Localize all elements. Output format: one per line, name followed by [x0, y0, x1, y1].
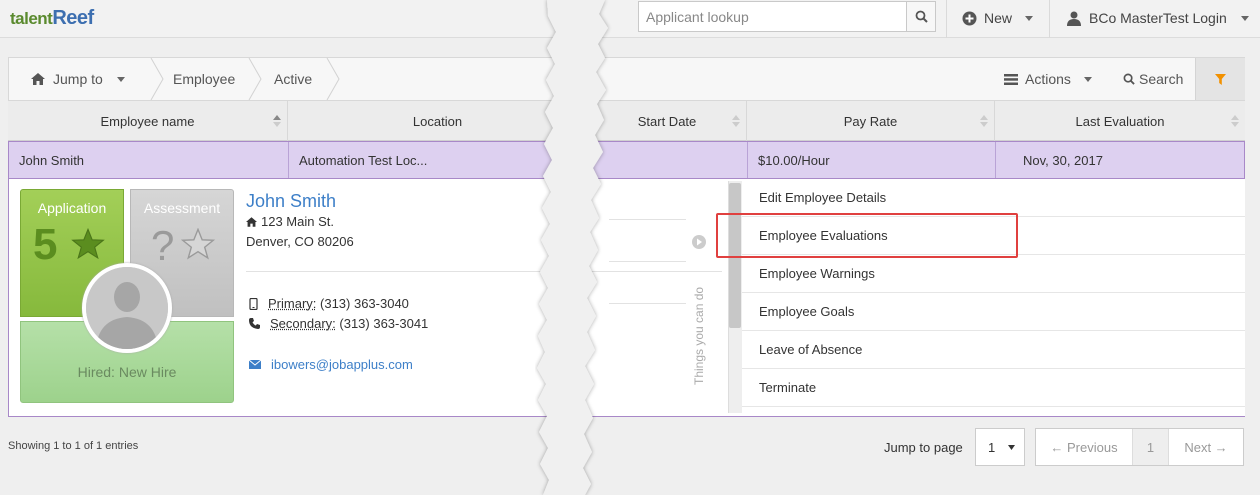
caret-down-icon [1025, 15, 1034, 21]
primary-phone: Primary: (313) 363-3040 [249, 296, 409, 311]
breadcrumb-chevron [150, 58, 164, 100]
menu-item-terminate[interactable]: Terminate [742, 369, 1245, 407]
divider [609, 219, 686, 220]
things-you-can-do-label: Things you can do [692, 287, 706, 385]
menu-item-employee-goals[interactable]: Employee Goals [742, 293, 1245, 331]
sort-icon [1231, 115, 1239, 127]
caret-down-icon [116, 76, 125, 82]
caret-down-icon [1240, 15, 1249, 21]
address-line-1: 123 Main St. [246, 214, 334, 229]
mobile-phone-icon [249, 297, 258, 310]
search-button[interactable]: Search [1123, 58, 1183, 100]
search-icon [1123, 73, 1135, 85]
sort-icon [732, 115, 740, 127]
breadcrumb-chevron [248, 58, 262, 100]
divider [1049, 0, 1050, 38]
actions-button[interactable]: Actions [1004, 58, 1092, 100]
person-placeholder-icon [86, 267, 168, 349]
pagination: ← Previous 1 Next → [1035, 428, 1244, 466]
list-icon [1004, 73, 1018, 85]
entries-info: Showing 1 to 1 of 1 entries [8, 440, 139, 452]
svg-text:Things you can do: Things you can do [692, 287, 706, 385]
home-icon [31, 73, 45, 85]
toolbar: Jump to Employee Active Actions Search [8, 57, 1245, 101]
table-header: Employee name Location Start Date Pay Ra… [8, 101, 1245, 141]
applicant-lookup [638, 1, 936, 32]
secondary-phone: Secondary: (313) 363-3041 [249, 316, 428, 331]
breadcrumb-employee[interactable]: Employee [173, 58, 235, 100]
divider [946, 0, 947, 38]
cell-pay-rate: $10.00/Hour [748, 142, 996, 178]
caret-down-icon [1008, 444, 1016, 450]
employee-name-link[interactable]: John Smith [246, 191, 336, 212]
address-line-2: Denver, CO 80206 [246, 234, 354, 249]
sort-asc-icon [273, 115, 281, 127]
sort-icon [980, 115, 988, 127]
star-icon [71, 228, 105, 260]
jump-to-page-label: Jump to page [884, 440, 963, 455]
filter-button[interactable] [1195, 58, 1245, 100]
previous-page-button[interactable]: ← Previous [1036, 429, 1133, 465]
divider [609, 303, 686, 304]
phone-icon [249, 318, 260, 329]
column-pay-rate[interactable]: Pay Rate [747, 101, 995, 141]
torn-paper-edge [537, 0, 608, 495]
menu-item-leave-of-absence[interactable]: Leave of Absence [742, 331, 1245, 369]
column-employee-name[interactable]: Employee name [8, 101, 288, 141]
cell-employee-name: John Smith [9, 142, 289, 178]
next-page-button[interactable]: Next → [1169, 429, 1243, 465]
cell-last-evaluation: Nov, 30, 2017 [1023, 152, 1103, 168]
user-icon [1067, 11, 1081, 26]
applicant-lookup-button[interactable] [906, 2, 935, 31]
jump-to-button[interactable]: Jump to [31, 58, 125, 100]
filter-icon [1215, 73, 1226, 85]
page-number-current[interactable]: 1 [1133, 429, 1169, 465]
email-link[interactable]: ibowers@jobapplus.com [249, 357, 413, 372]
talentreef-logo[interactable]: talentReef [10, 7, 94, 30]
search-icon [915, 10, 928, 23]
employee-detail-panel: Application 5 Assessment ? Hired: New Hi… [8, 179, 1245, 417]
highlight-annotation [716, 213, 1018, 258]
plus-circle-icon [962, 11, 977, 25]
top-bar: talentReef New BCo MasterTest Login [0, 0, 1260, 38]
table-row[interactable]: John Smith Automation Test Loc... $10.00… [8, 141, 1245, 179]
applicant-lookup-input[interactable] [639, 2, 907, 31]
new-button[interactable]: New [962, 8, 1034, 28]
user-menu-button[interactable]: BCo MasterTest Login [1067, 8, 1249, 28]
home-icon [246, 216, 257, 227]
breadcrumb-chevron [326, 58, 340, 100]
divider [246, 271, 722, 272]
star-outline-icon [181, 228, 215, 260]
menu-item-employee-warnings[interactable]: Employee Warnings [742, 255, 1245, 293]
divider [609, 261, 686, 262]
envelope-icon [249, 360, 261, 369]
menu-item-edit-employee-details[interactable]: Edit Employee Details [742, 179, 1245, 217]
column-last-evaluation[interactable]: Last Evaluation [995, 101, 1245, 141]
caret-down-icon [1083, 76, 1092, 82]
avatar [82, 263, 172, 353]
jump-to-page-select[interactable]: 1 [975, 428, 1025, 466]
breadcrumb-active[interactable]: Active [274, 58, 312, 100]
